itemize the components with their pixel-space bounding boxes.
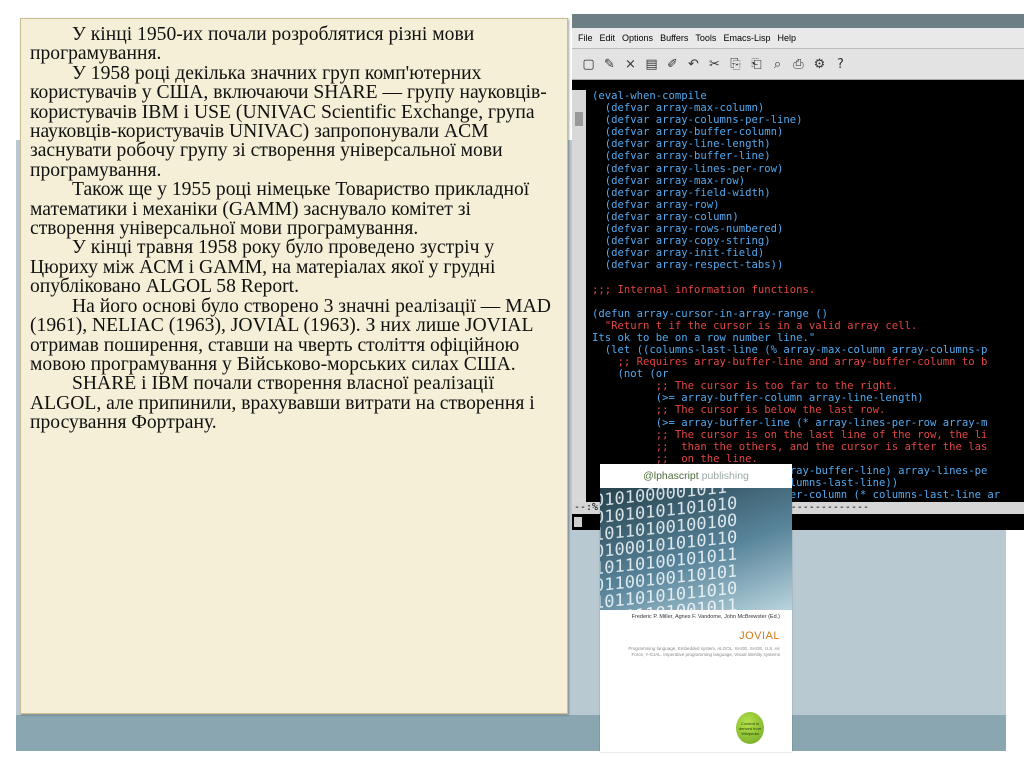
wikipedia-content-badge: Content is derived from Wikipedia bbox=[736, 712, 764, 744]
code-editor[interactable]: (eval-when-compile (defvar array-max-col… bbox=[572, 90, 1024, 530]
slide-text-box: У кінці 1950-их почали розроблятися різн… bbox=[20, 18, 568, 714]
code-comment-line: ;; The cursor is too far to the right. bbox=[592, 380, 899, 393]
publisher-logo: @lphascript publishing bbox=[600, 470, 792, 482]
book-description: Programming language, Embedded system, A… bbox=[628, 646, 780, 657]
code-comment-line: "Return t if the cursor is in a valid ar… bbox=[592, 319, 918, 332]
emacs-toolbar: ▢ ✎ × ▤ ✐ ↶ ✂ ⎘ ⎗ ⌕ ⎙ ⚙ ? bbox=[572, 49, 1024, 80]
code-line: (defvar array-buffer-line) bbox=[592, 150, 771, 163]
binary-code-image: 0101000001011 01010101101010 10110100100… bbox=[600, 488, 792, 610]
copy-icon[interactable]: ⎘ bbox=[725, 57, 746, 72]
emacs-window-screenshot: File Edit Options Buffers Tools Emacs-Li… bbox=[572, 14, 1024, 530]
menu-edit[interactable]: Edit bbox=[600, 33, 616, 43]
code-line: (defvar array-column) bbox=[592, 210, 739, 223]
book-cover-jovial: @lphascript publishing 0101000001011 010… bbox=[600, 464, 792, 752]
paste-icon[interactable]: ⎗ bbox=[746, 57, 767, 72]
code-comment-line: ;; The cursor is on the last line of the… bbox=[592, 428, 988, 441]
print-icon[interactable]: ⎙ bbox=[788, 57, 809, 72]
code-comment-line: ;; on the line. bbox=[592, 452, 758, 465]
paragraph: У кінці 1950-их почали розроблятися різн… bbox=[30, 24, 475, 65]
code-line: (defvar array-rows-numbered) bbox=[592, 223, 784, 236]
code-line: (defvar array-init-field) bbox=[592, 247, 765, 260]
code-line: Its ok to be on a row number line." bbox=[592, 331, 816, 344]
cut-icon[interactable]: ✂ bbox=[704, 57, 725, 72]
code-line: (>= array-buffer-column array-line-lengt… bbox=[592, 392, 924, 405]
paragraph: SHARE і IBM почали створення власної реа… bbox=[30, 373, 535, 434]
scrollbar-thumb[interactable] bbox=[575, 112, 583, 126]
menu-emacs-lisp[interactable]: Emacs-Lisp bbox=[723, 33, 770, 43]
menu-options[interactable]: Options bbox=[622, 33, 653, 43]
window-titlebar bbox=[572, 14, 1024, 28]
code-comment-line: ;; Requires array-buffer-line and array-… bbox=[592, 356, 988, 369]
code-line: (defvar array-max-row) bbox=[592, 174, 746, 187]
menu-tools[interactable]: Tools bbox=[695, 33, 716, 43]
code-line: (defvar array-columns-per-line) bbox=[592, 114, 803, 127]
code-line: (defvar array-lines-per-row) bbox=[592, 162, 784, 175]
code-line: (defvar array-field-width) bbox=[592, 186, 771, 199]
search-icon[interactable]: ⌕ bbox=[767, 57, 788, 72]
new-file-icon[interactable]: ▢ bbox=[578, 57, 599, 72]
undo-icon[interactable]: ↶ bbox=[683, 57, 704, 72]
save-as-icon[interactable]: ✐ bbox=[662, 57, 683, 72]
book-title: JOVIAL bbox=[739, 630, 780, 642]
code-line: (defvar array-respect-tabs)) bbox=[592, 259, 784, 272]
paragraph: Також ще у 1955 році німецьке Товариство… bbox=[30, 179, 530, 240]
slide-bottom-band bbox=[16, 715, 1006, 751]
scrollbar[interactable] bbox=[572, 90, 586, 530]
menu-file[interactable]: File bbox=[578, 33, 593, 43]
code-comment-line: ;;; Internal information functions. bbox=[592, 283, 816, 296]
paragraph: У 1958 році декілька значних груп комп'ю… bbox=[30, 62, 547, 181]
emacs-menubar: File Edit Options Buffers Tools Emacs-Li… bbox=[572, 28, 1024, 49]
save-icon[interactable]: ▤ bbox=[641, 57, 662, 72]
code-line: (not (or bbox=[592, 368, 669, 381]
code-line: (defvar array-copy-string) bbox=[592, 235, 771, 248]
paragraph: У кінці травня 1958 року було проведено … bbox=[30, 237, 496, 298]
open-icon[interactable]: ✎ bbox=[599, 57, 620, 72]
code-line: (defvar array-buffer-column) bbox=[592, 126, 784, 139]
code-line: (defun array-cursor-in-array-range () bbox=[592, 307, 828, 320]
binary-digits: 0101000001011 01010101101010 10110100100… bbox=[600, 488, 738, 610]
code-line: (let ((columns-last-line (% array-max-co… bbox=[592, 343, 988, 356]
code-line: (eval-when-compile bbox=[592, 90, 707, 102]
help-icon[interactable]: ? bbox=[830, 57, 851, 72]
paragraph: На його основі було створено 3 значні ре… bbox=[30, 295, 551, 375]
close-icon[interactable]: × bbox=[620, 57, 641, 72]
code-buffer[interactable]: (eval-when-compile (defvar array-max-col… bbox=[592, 90, 1000, 513]
publisher-word: publishing bbox=[701, 470, 749, 482]
code-line: (>= array-buffer-line (* array-lines-per… bbox=[592, 416, 988, 429]
echo-area-marker bbox=[574, 517, 582, 527]
book-authors: Frederic P. Miller, Agnes F. Vandome, Jo… bbox=[631, 614, 780, 620]
code-comment-line: ;; than the others, and the cursor is af… bbox=[592, 440, 988, 453]
publisher-brand: @lphascript bbox=[643, 470, 699, 482]
menu-help[interactable]: Help bbox=[777, 33, 796, 43]
code-line: (defvar array-line-length) bbox=[592, 138, 771, 151]
code-comment-line: ;; The cursor is below the last row. bbox=[592, 404, 886, 417]
code-line: (defvar array-max-column) bbox=[592, 102, 765, 115]
code-line: (defvar array-row) bbox=[592, 198, 720, 211]
menu-buffers[interactable]: Buffers bbox=[660, 33, 688, 43]
preferences-icon[interactable]: ⚙ bbox=[809, 57, 830, 72]
